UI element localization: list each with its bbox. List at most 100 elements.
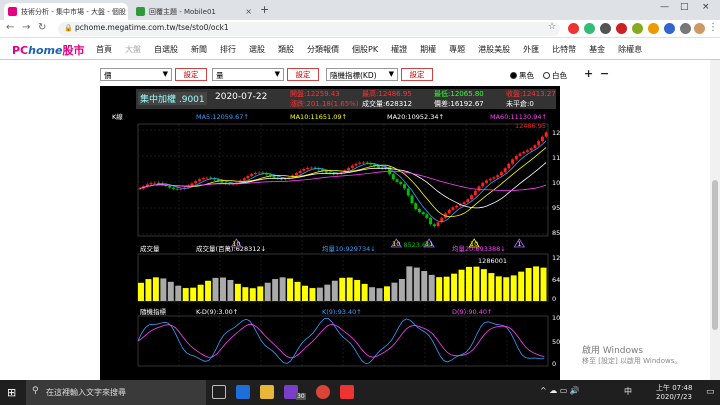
scrollbar-thumb[interactable] (712, 180, 718, 330)
candle-body (347, 167, 351, 171)
volume-bar (391, 282, 398, 301)
vertical-scrollbar[interactable] (710, 60, 720, 380)
white-theme-radio[interactable]: 白色 (543, 70, 567, 81)
menu-item[interactable]: 比特幣 (552, 44, 576, 55)
back-icon[interactable]: ← (6, 22, 14, 33)
indicator-select[interactable]: 隨機指標(KD) ▼ (326, 68, 398, 81)
menu-item[interactable]: 選股 (249, 44, 265, 55)
browser-tab-bar: 技術分析 - 集中市場 - 大盤 - 個股 × 回覆主題 - Mobile01 … (0, 0, 720, 20)
volume-bar (182, 288, 189, 301)
extension-icon[interactable] (648, 23, 659, 34)
file-explorer-icon[interactable] (260, 385, 274, 399)
volume-bar (242, 287, 249, 301)
volume-settings-button[interactable]: 設定 (287, 68, 319, 81)
menu-item[interactable]: 專題 (449, 44, 465, 55)
menu-item[interactable]: 排行 (220, 44, 236, 55)
black-theme-radio[interactable]: 黑色 (510, 70, 534, 81)
volume-bar (167, 281, 174, 301)
volume-bar (406, 266, 413, 301)
price-select[interactable]: 價 ▼ (100, 68, 172, 81)
candle-body (410, 195, 414, 204)
reload-icon[interactable]: ↻ (38, 22, 46, 33)
close-tab-icon[interactable]: × (241, 7, 252, 16)
volume-bar (249, 288, 256, 301)
menu-item[interactable]: 除權息 (618, 44, 642, 55)
zoom-out-button[interactable]: − (600, 67, 609, 80)
menu-item[interactable]: 權證 (391, 44, 407, 55)
extensions-puzzle-icon[interactable] (680, 23, 691, 34)
edge-icon[interactable] (236, 385, 250, 399)
extension-icon[interactable] (568, 23, 579, 34)
volume-bar (421, 271, 428, 301)
candle-body (492, 177, 496, 179)
app-icon[interactable] (340, 385, 354, 399)
menu-kebab-icon[interactable]: ⋮ (708, 22, 718, 33)
price-select-value: 價 (104, 71, 112, 80)
clock-time[interactable]: 上午 07:48 (656, 383, 692, 393)
tab-mobile01[interactable]: 回覆主題 - Mobile01 × (132, 3, 256, 20)
volume-select[interactable]: 量 ▼ (212, 68, 284, 81)
menu-item[interactable]: 大盤 (125, 44, 141, 55)
task-view-icon[interactable] (212, 385, 226, 399)
menu-item[interactable]: 港股美股 (478, 44, 510, 55)
kd-axis-label: 100 (552, 314, 560, 322)
menu-item[interactable]: 基金 (589, 44, 605, 55)
minimize-button[interactable]: — (660, 2, 669, 12)
taskbar-search-field[interactable]: ⚲ 在這裡輸入文字來搜尋 (26, 380, 206, 405)
d-line (137, 323, 545, 359)
menu-item[interactable]: 期權 (420, 44, 436, 55)
volume-bar (294, 281, 301, 301)
maximize-button[interactable]: □ (680, 2, 689, 12)
url-field[interactable]: 🔒 pchome.megatime.com.tw/tse/sto0/ock1 (58, 22, 560, 36)
kd-diff-label: K-D(9):3.00↑ (196, 308, 238, 316)
zoom-in-button[interactable]: + (584, 67, 593, 80)
volume-bar (234, 283, 241, 301)
close-window-button[interactable]: × (702, 2, 710, 12)
notification-icon[interactable]: ▭ (706, 387, 715, 397)
extension-icon[interactable] (584, 23, 595, 34)
volume-bar (331, 280, 338, 301)
candle-body (302, 168, 306, 171)
volume-bar (376, 288, 383, 301)
signal-triangle-label: 1 (517, 240, 521, 248)
price-settings-button[interactable]: 設定 (175, 68, 207, 81)
close-tab-icon[interactable]: × (126, 7, 128, 16)
extension-icon[interactable] (664, 23, 675, 34)
menu-item[interactable]: 自選股 (154, 44, 178, 55)
tray-icons[interactable]: ^ ☁ ▭ 🔊 (540, 386, 580, 395)
menu-item[interactable]: 新聞 (191, 44, 207, 55)
volume-bar (533, 266, 540, 301)
volume-bar (443, 276, 450, 301)
indicator-settings-button[interactable]: 設定 (401, 68, 433, 81)
ime-indicator[interactable]: 中 (624, 386, 632, 397)
signal-triangle-label: 10 (470, 240, 478, 248)
volume-bar (220, 277, 226, 301)
candle-body (171, 187, 175, 189)
forward-icon[interactable]: → (22, 22, 30, 33)
tab-stock-analysis[interactable]: 技術分析 - 集中市場 - 大盤 - 個股 × (4, 3, 128, 20)
volume-bar (302, 285, 308, 301)
volume-bar (272, 279, 279, 301)
candle-body (242, 178, 246, 181)
profile-avatar[interactable] (694, 23, 705, 34)
candle-body (526, 150, 529, 152)
clock-date[interactable]: 2020/7/23 (656, 393, 692, 401)
bookmark-star-icon[interactable]: ☆ (548, 22, 556, 32)
candle-body (544, 132, 548, 137)
new-tab-button[interactable]: + (260, 3, 269, 16)
chrome-icon[interactable] (316, 385, 330, 399)
windows-start-icon[interactable]: ⊞ (7, 386, 16, 399)
candle-body (481, 182, 485, 187)
volume-bar (361, 283, 368, 301)
menu-item[interactable]: 首頁 (96, 44, 112, 55)
extension-icon[interactable] (616, 23, 627, 34)
signal-triangle-label: 11 (425, 240, 433, 248)
candle-body (514, 155, 518, 160)
menu-item[interactable]: 類股 (278, 44, 294, 55)
extension-icon[interactable] (600, 23, 611, 34)
menu-item[interactable]: 外匯 (523, 44, 539, 55)
extension-icon[interactable] (632, 23, 643, 34)
pchome-stock-logo[interactable]: PChome股市 (12, 42, 84, 58)
menu-item[interactable]: 分類報價 (307, 44, 339, 55)
menu-item[interactable]: 個股PK (352, 44, 378, 55)
